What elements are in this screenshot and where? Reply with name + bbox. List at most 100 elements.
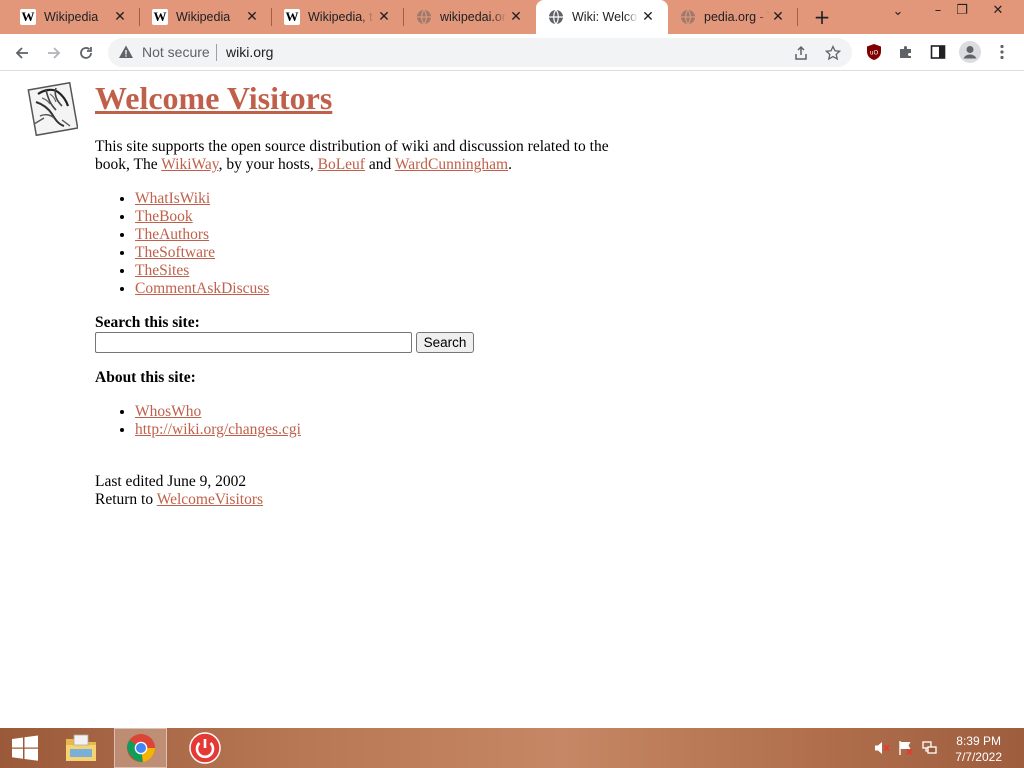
- heading-link[interactable]: Welcome Visitors: [95, 80, 332, 116]
- list-item: TheSites: [135, 262, 269, 280]
- tab-title: Wikipedia, th: [308, 10, 374, 24]
- restore-button[interactable]: ❐: [952, 3, 972, 18]
- return-line: Return to WelcomeVisitors: [95, 491, 263, 509]
- tab-title: Wiki: Welcom: [572, 10, 638, 24]
- bookmark-star-icon[interactable]: [824, 44, 842, 62]
- tab-1[interactable]: W Wikipedia ✕: [140, 0, 272, 34]
- page-footer: Last edited June 9, 2002 Return to Welco…: [95, 473, 263, 509]
- commentaskdiscuss-link[interactable]: CommentAskDiscuss: [135, 280, 269, 297]
- tab-4-active[interactable]: Wiki: Welcom ✕: [536, 0, 668, 34]
- thebook-link[interactable]: TheBook: [135, 208, 193, 225]
- url-text[interactable]: wiki.org: [226, 44, 273, 60]
- wikipedia-w-icon: W: [152, 9, 168, 25]
- chrome-icon: [126, 734, 155, 762]
- tab-separator: [797, 8, 798, 26]
- warning-icon[interactable]: [118, 44, 134, 60]
- whatiswiki-link[interactable]: WhatIsWiki: [135, 190, 210, 207]
- tab-title: Wikipedia: [176, 10, 231, 24]
- wiki-hand-drawing-logo: [26, 80, 79, 137]
- browser-toolbar: Not secure wiki.org uO: [0, 34, 1024, 71]
- back-arrow-icon: [15, 47, 28, 59]
- intro-text: , by your hosts,: [218, 156, 318, 173]
- close-icon[interactable]: ✕: [770, 9, 786, 25]
- address-bar[interactable]: Not secure wiki.org: [108, 38, 852, 67]
- browser-menu-icon[interactable]: [992, 42, 1012, 62]
- thesoftware-link[interactable]: TheSoftware: [135, 244, 215, 261]
- file-explorer-icon: [66, 734, 96, 761]
- search-section-title: Search this site:: [95, 314, 200, 331]
- globe-icon: [548, 9, 564, 25]
- tab-3[interactable]: wikipedai.org ✕: [404, 0, 536, 34]
- profile-avatar-icon[interactable]: [958, 40, 982, 64]
- globe-icon: [416, 9, 432, 25]
- forward-button[interactable]: [42, 41, 66, 65]
- thesites-link[interactable]: TheSites: [135, 262, 189, 279]
- whoswho-link[interactable]: WhosWho: [135, 403, 201, 420]
- windows-taskbar: 8:39 PM 7/7/2022: [0, 728, 1024, 768]
- close-icon[interactable]: ✕: [112, 9, 128, 25]
- wikipedia-w-icon: W: [20, 9, 36, 25]
- wardcunningham-link[interactable]: WardCunningham: [395, 156, 508, 173]
- list-item: WhosWho: [135, 403, 301, 421]
- list-item: TheBook: [135, 208, 269, 226]
- list-item: TheSoftware: [135, 244, 269, 262]
- main-link-list: WhatIsWiki TheBook TheAuthors TheSoftwar…: [135, 190, 269, 298]
- last-edited-text: Last edited June 9, 2002: [95, 473, 247, 490]
- tab-title: wikipedai.org: [440, 10, 506, 24]
- window-close-button[interactable]: ✕: [988, 3, 1008, 18]
- search-input[interactable]: [95, 332, 412, 353]
- clock-date: 7/7/2022: [955, 750, 1002, 764]
- wikipedia-w-icon: W: [284, 9, 300, 25]
- page-heading: Welcome Visitors: [95, 79, 332, 117]
- tab-2[interactable]: W Wikipedia, th ✕: [272, 0, 404, 34]
- side-panel-icon[interactable]: [928, 42, 948, 62]
- new-tab-button[interactable]: +: [810, 5, 834, 29]
- list-item: CommentAskDiscuss: [135, 280, 269, 298]
- close-icon[interactable]: ✕: [244, 9, 260, 25]
- close-icon[interactable]: ✕: [376, 9, 392, 25]
- omnibox-divider: [216, 44, 217, 61]
- ublock-origin-icon[interactable]: uO: [864, 42, 884, 62]
- tab-5[interactable]: pedia.org - T ✕: [668, 0, 798, 34]
- wikiway-link[interactable]: WikiWay: [161, 156, 218, 173]
- share-icon[interactable]: [792, 44, 810, 62]
- svg-text:uO: uO: [870, 50, 879, 57]
- search-button[interactable]: Search: [416, 332, 474, 353]
- boleuf-link[interactable]: BoLeuf: [318, 156, 365, 173]
- close-icon[interactable]: ✕: [508, 9, 524, 25]
- close-icon[interactable]: ✕: [640, 9, 656, 25]
- back-button[interactable]: [10, 41, 34, 65]
- list-item: WhatIsWiki: [135, 190, 269, 208]
- clock-time: 8:39 PM: [956, 734, 1001, 748]
- list-item: TheAuthors: [135, 226, 269, 244]
- start-button[interactable]: [2, 728, 48, 768]
- not-secure-label[interactable]: Not secure: [142, 44, 210, 60]
- system-clock[interactable]: 8:39 PM 7/7/2022: [955, 733, 1002, 765]
- welcomevisitors-link[interactable]: WelcomeVisitors: [157, 491, 263, 508]
- power-app-icon: [189, 732, 221, 764]
- extensions-puzzle-icon[interactable]: [896, 42, 916, 62]
- power-app-button[interactable]: [182, 728, 228, 768]
- theauthors-link[interactable]: TheAuthors: [135, 226, 209, 243]
- forward-arrow-icon: [48, 47, 61, 59]
- minimize-button[interactable]: –: [928, 3, 948, 18]
- start-icon: [12, 735, 38, 761]
- file-explorer-button[interactable]: [58, 728, 104, 768]
- tab-title: pedia.org - T: [704, 10, 770, 24]
- intro-text: and: [364, 156, 395, 173]
- globe-icon: [680, 9, 696, 25]
- changes-link[interactable]: http://wiki.org/changes.cgi: [135, 421, 301, 438]
- tab-search-dropdown-icon[interactable]: ⌄: [888, 4, 908, 19]
- chrome-taskbar-button[interactable]: [114, 728, 167, 768]
- tab-0[interactable]: W Wikipedia ✕: [0, 0, 140, 34]
- reload-icon: [80, 47, 92, 59]
- list-item: http://wiki.org/changes.cgi: [135, 421, 301, 439]
- tab-strip: W Wikipedia ✕ W Wikipedia ✕ W Wikipedia,…: [0, 0, 1024, 34]
- network-icon[interactable]: [922, 740, 938, 756]
- action-center-flag-icon[interactable]: [898, 740, 914, 756]
- volume-muted-icon[interactable]: [874, 740, 890, 756]
- intro-text: .: [508, 156, 512, 173]
- reload-button[interactable]: [74, 41, 98, 65]
- about-link-list: WhosWho http://wiki.org/changes.cgi: [135, 403, 301, 439]
- return-text: Return to: [95, 491, 157, 508]
